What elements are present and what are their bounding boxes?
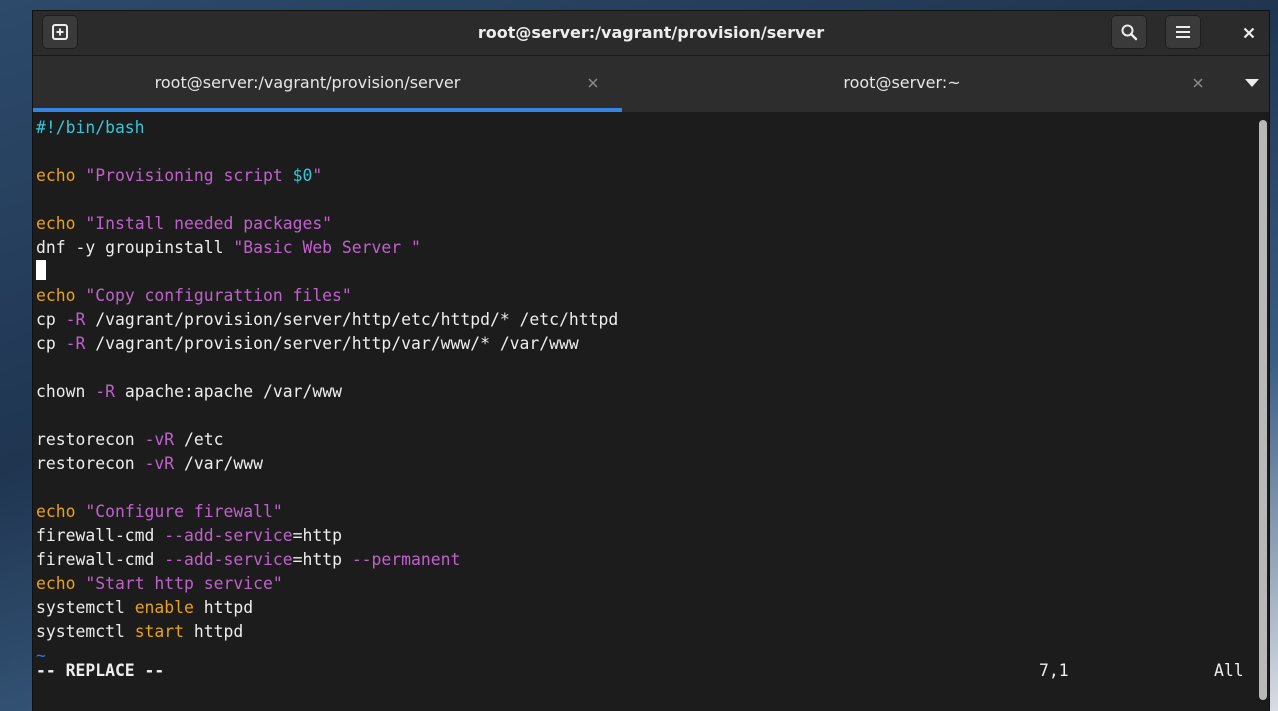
tab-vagrant-provision-server[interactable]: root@server:/vagrant/provision/server bbox=[33, 56, 622, 112]
code-token: -R bbox=[95, 382, 115, 401]
code-token: -vR bbox=[144, 454, 175, 473]
code-token: "Start http service" bbox=[75, 574, 283, 593]
code-line: restorecon -vR /etc bbox=[36, 428, 224, 452]
code-token: -R bbox=[65, 334, 86, 353]
code-token: "Provisioning script bbox=[75, 166, 293, 185]
code-token: -vR bbox=[144, 430, 175, 449]
tab-close-button[interactable] bbox=[1189, 74, 1207, 92]
code-line: chown -R apache:apache /var/www bbox=[36, 380, 342, 404]
scroll-position: All bbox=[1214, 661, 1244, 680]
code-line: echo "Provisioning script $0" bbox=[36, 164, 322, 188]
code-token: chown bbox=[36, 382, 96, 401]
vim-mode-indicator: -- REPLACE -- bbox=[36, 661, 165, 680]
code-token: httpd bbox=[193, 598, 254, 617]
header-bar: root@server:/vagrant/provision/server bbox=[33, 11, 1269, 56]
code-line: cp -R /vagrant/provision/server/http/var… bbox=[36, 332, 579, 356]
code-token: =http bbox=[292, 550, 352, 569]
code-token: /etc bbox=[174, 430, 224, 449]
code-line bbox=[36, 260, 46, 284]
code-token: restorecon bbox=[36, 430, 145, 449]
code-token: --add-service bbox=[164, 526, 293, 545]
code-token: echo bbox=[36, 574, 76, 593]
code-token: "Basic Web Server " bbox=[233, 238, 421, 257]
code-token: " bbox=[312, 166, 323, 185]
code-token: httpd bbox=[184, 622, 244, 641]
code-token: "Copy configurattion files" bbox=[75, 286, 352, 305]
terminal-content[interactable]: #!/bin/bash echo "Provisioning script $0"… bbox=[33, 112, 1269, 711]
code-token: "Configure firewall" bbox=[75, 502, 283, 521]
terminal-window: root@server:/vagrant/provision/server ro… bbox=[33, 11, 1269, 711]
tab-label: root@server:~ bbox=[843, 73, 961, 92]
code-token: cp bbox=[36, 310, 66, 329]
code-token: enable bbox=[134, 598, 194, 617]
code-token: /var/www bbox=[174, 454, 263, 473]
tab-close-button[interactable] bbox=[584, 74, 602, 92]
code-token: =http bbox=[292, 526, 342, 545]
menu-button[interactable] bbox=[1165, 15, 1201, 49]
code-line: echo "Install needed packages" bbox=[36, 212, 332, 236]
tab-root-home[interactable]: root@server:~ bbox=[622, 56, 1222, 112]
text-cursor bbox=[36, 260, 46, 280]
code-token: --permanent bbox=[351, 550, 461, 569]
code-token: --add-service bbox=[164, 550, 293, 569]
code-line: dnf -y groupinstall "Basic Web Server " bbox=[36, 236, 421, 260]
code-line: systemctl start httpd bbox=[36, 620, 243, 644]
code-token: systemctl bbox=[36, 622, 135, 641]
code-token: echo bbox=[36, 214, 76, 233]
code-line: firewall-cmd --add-service=http --perman… bbox=[36, 548, 460, 572]
scrollbar[interactable] bbox=[1259, 120, 1267, 700]
code-token: echo bbox=[36, 286, 76, 305]
code-line: #!/bin/bash bbox=[36, 116, 145, 140]
code-token: apache:apache /var/www bbox=[114, 382, 342, 401]
code-token: restorecon bbox=[36, 454, 145, 473]
code-token: dnf -y groupinstall bbox=[36, 238, 234, 257]
cursor-position: 7,1 bbox=[1039, 661, 1069, 680]
code-token: cp bbox=[36, 334, 66, 353]
code-token: /vagrant/provision/server/http/var/www/*… bbox=[85, 334, 579, 353]
code-line: echo "Configure firewall" bbox=[36, 500, 283, 524]
code-token: #!/bin/bash bbox=[36, 118, 145, 137]
code-token: /vagrant/provision/server/http/etc/httpd… bbox=[85, 310, 619, 329]
code-line: firewall-cmd --add-service=http bbox=[36, 524, 342, 548]
code-token: -R bbox=[65, 310, 86, 329]
window-title: root@server:/vagrant/provision/server bbox=[477, 23, 825, 42]
search-button[interactable] bbox=[1111, 15, 1147, 49]
code-token: firewall-cmd bbox=[36, 526, 165, 545]
tab-list-dropdown-button[interactable] bbox=[1241, 72, 1263, 94]
new-tab-button[interactable] bbox=[42, 15, 78, 49]
code-line: echo "Start http service" bbox=[36, 572, 283, 596]
window-close-button[interactable] bbox=[1237, 21, 1261, 45]
code-token: $0 bbox=[292, 166, 313, 185]
code-token: echo bbox=[36, 502, 76, 521]
code-token: start bbox=[134, 622, 185, 641]
code-line: systemctl enable httpd bbox=[36, 596, 253, 620]
code-token: firewall-cmd bbox=[36, 550, 165, 569]
code-token: systemctl bbox=[36, 598, 135, 617]
code-token: "Install needed packages" bbox=[75, 214, 333, 233]
code-line: echo "Copy configurattion files" bbox=[36, 284, 352, 308]
code-line: cp -R /vagrant/provision/server/http/etc… bbox=[36, 308, 618, 332]
code-token: echo bbox=[36, 166, 76, 185]
code-line: restorecon -vR /var/www bbox=[36, 452, 263, 476]
tab-bar: root@server:/vagrant/provision/server ro… bbox=[33, 56, 1269, 112]
tab-label: root@server:/vagrant/provision/server bbox=[154, 73, 461, 92]
